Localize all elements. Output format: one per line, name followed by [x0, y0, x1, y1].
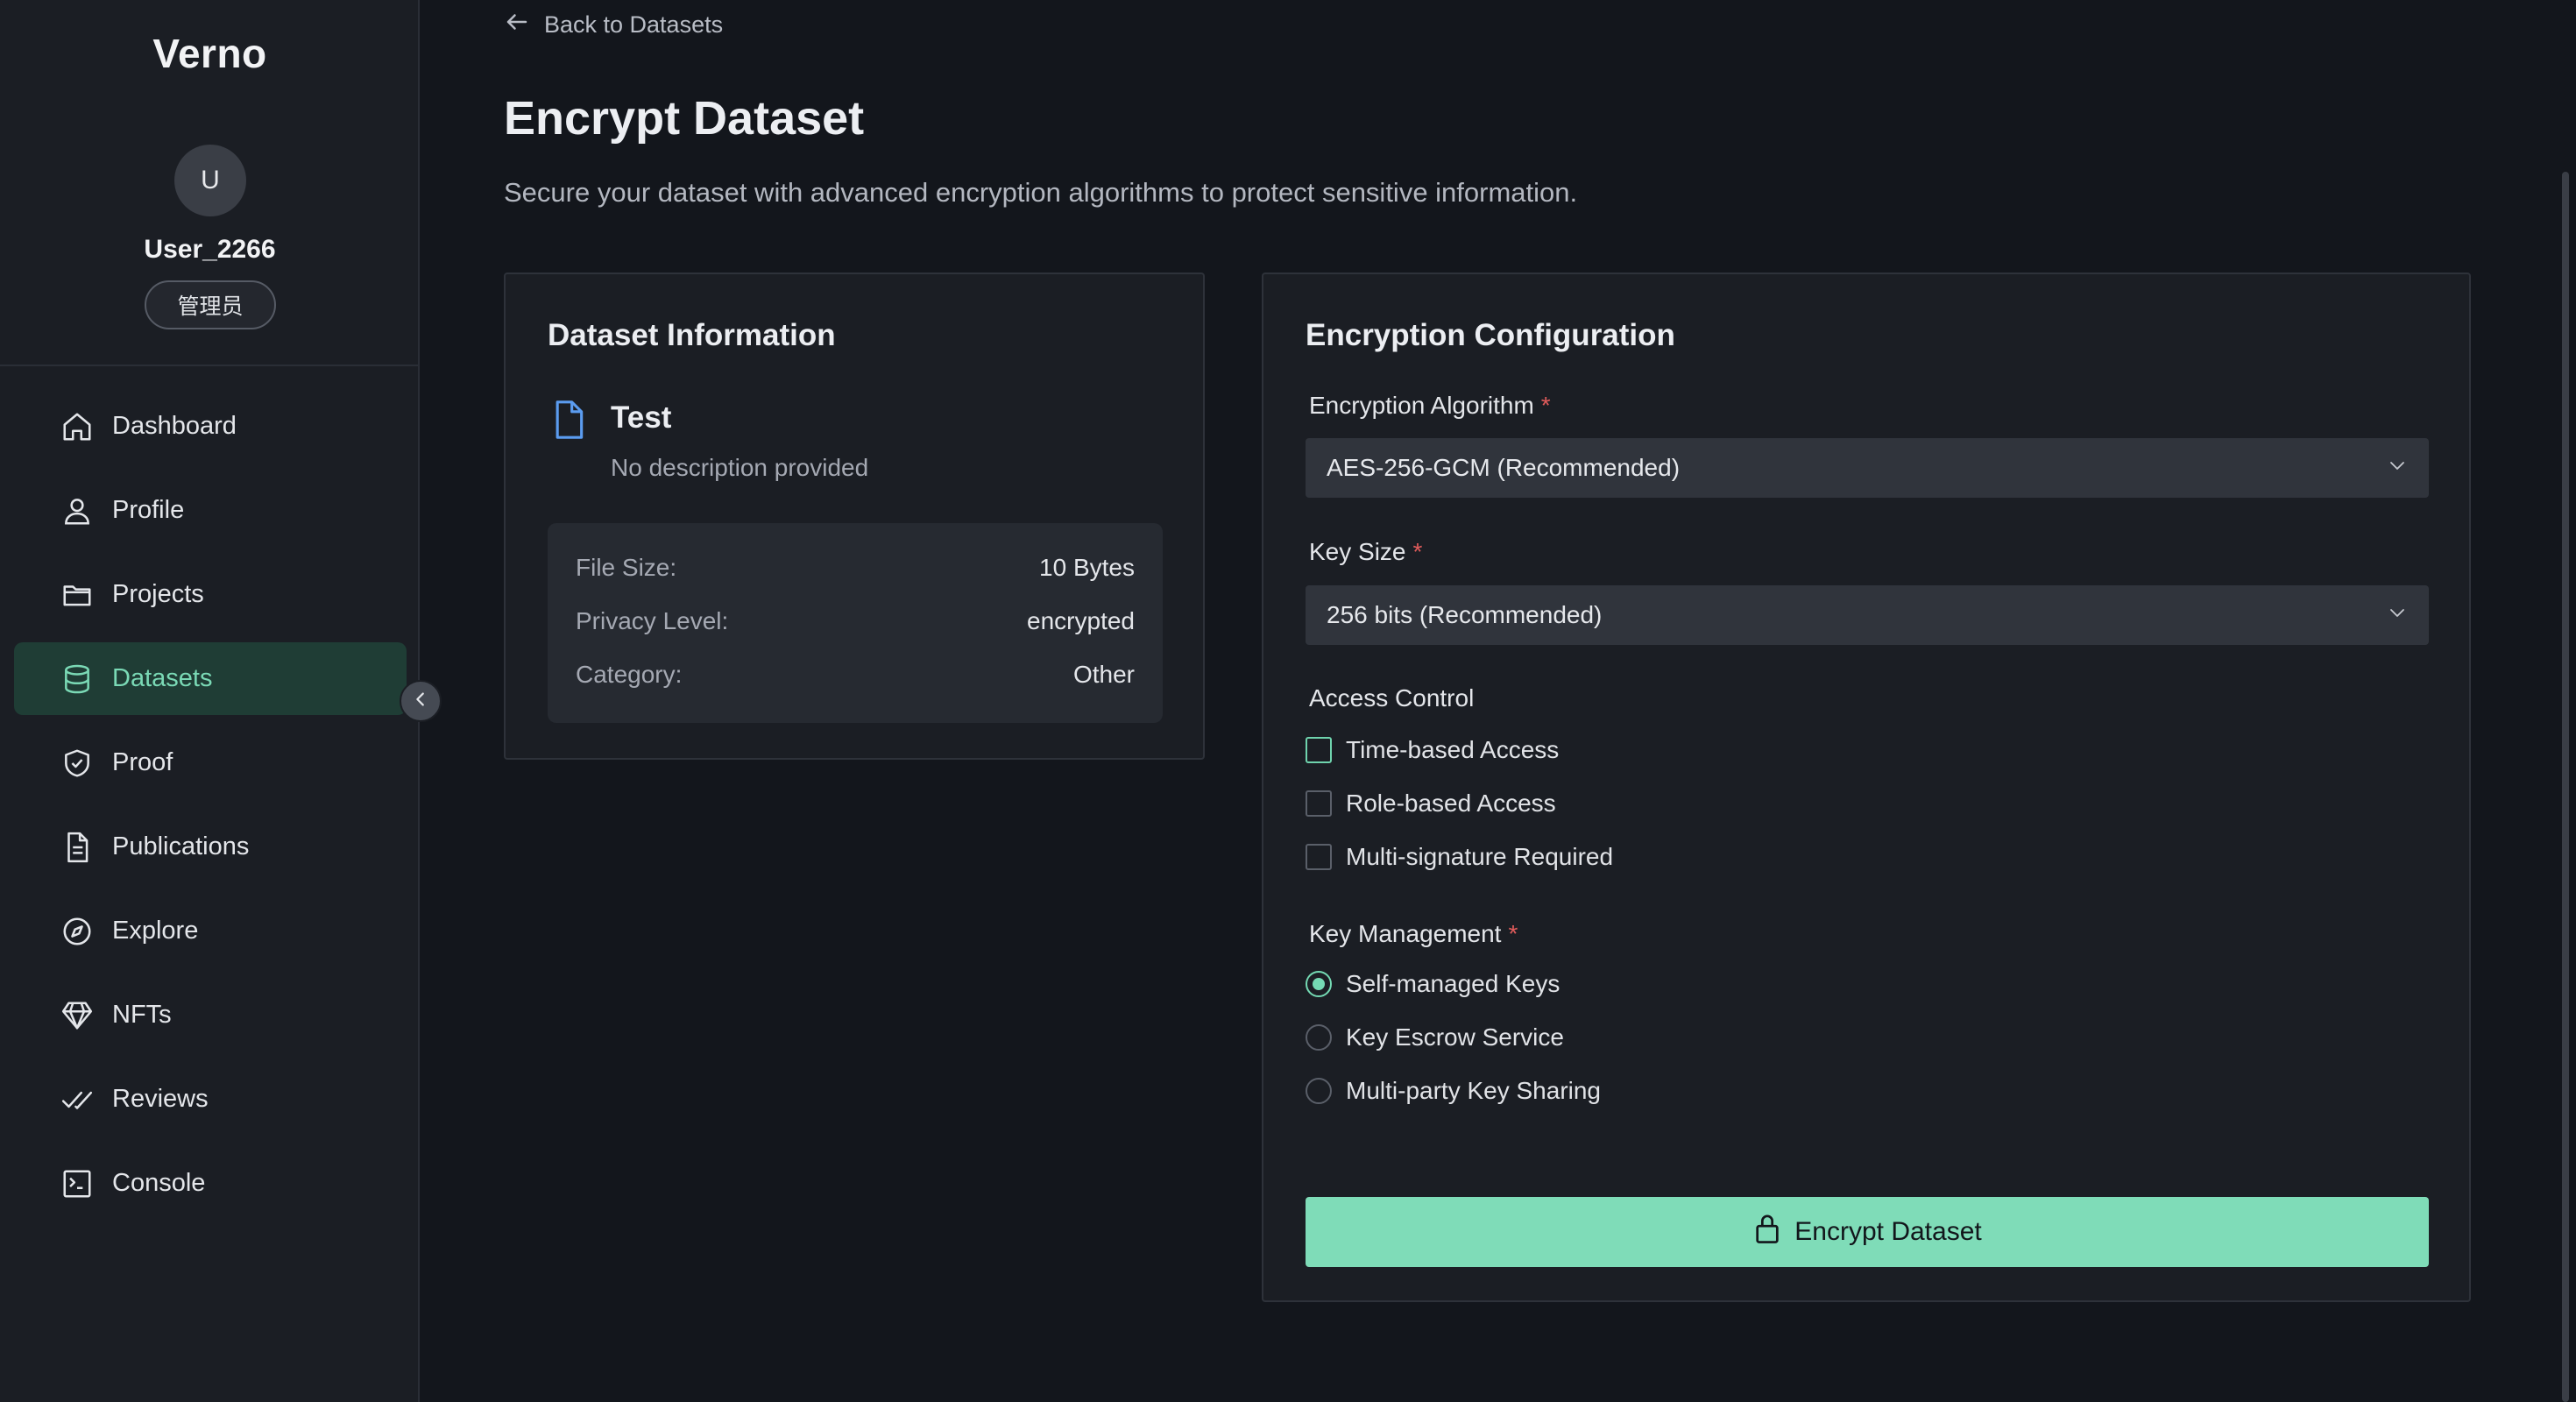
required-mark: *	[1540, 392, 1551, 419]
sidebar-item-proof[interactable]: Proof	[14, 726, 407, 799]
document-icon	[60, 830, 95, 865]
option-label: Role-based Access	[1346, 790, 1556, 817]
access-option-time-based[interactable]: Time-based Access	[1306, 736, 1559, 764]
main-scrollbar[interactable]	[2562, 172, 2569, 1402]
user-icon	[60, 493, 95, 528]
key-management-label-text: Key Management	[1309, 920, 1502, 947]
access-option-role-based[interactable]: Role-based Access	[1306, 790, 1556, 818]
chevron-down-icon	[2387, 601, 2408, 629]
checkbox[interactable]	[1306, 844, 1332, 870]
algorithm-value: AES-256-GCM (Recommended)	[1327, 454, 1681, 481]
sidebar-item-datasets[interactable]: Datasets	[14, 642, 407, 715]
main-content: Back to Datasets Encrypt Dataset Secure …	[420, 0, 2558, 1402]
detail-key: Privacy Level:	[576, 607, 729, 634]
detail-key: Category:	[576, 661, 683, 688]
terminal-icon	[60, 1166, 95, 1201]
card-title: Dataset Information	[548, 318, 836, 352]
detail-row-file-size: File Size: 10 Bytes	[576, 550, 1135, 585]
option-label: Self-managed Keys	[1346, 970, 1560, 997]
double-check-icon	[60, 1082, 95, 1117]
algorithm-select[interactable]: AES-256-GCM (Recommended)	[1306, 438, 2429, 498]
detail-key: File Size:	[576, 554, 677, 581]
sidebar-item-profile[interactable]: Profile	[14, 474, 407, 547]
sidebar-item-label: Proof	[112, 748, 173, 776]
dataset-details: File Size: 10 Bytes Privacy Level: encry…	[548, 523, 1163, 723]
sidebar-item-label: Dashboard	[112, 412, 237, 440]
page-title: Encrypt Dataset	[504, 92, 865, 145]
option-label: Time-based Access	[1346, 736, 1560, 763]
dataset-name: Test	[611, 400, 672, 435]
algorithm-label: Encryption Algorithm *	[1309, 392, 1551, 420]
sidebar-item-explore[interactable]: Explore	[14, 895, 407, 967]
sidebar-item-label: NFTs	[112, 1001, 172, 1029]
sidebar-item-label: Projects	[112, 580, 204, 608]
brand-logo[interactable]: Verno	[0, 30, 420, 77]
encrypt-button-label: Encrypt Dataset	[1794, 1217, 1982, 1246]
sidebar-item-label: Reviews	[112, 1085, 209, 1113]
required-mark: *	[1508, 920, 1518, 947]
page-subtitle: Secure your dataset with advanced encryp…	[504, 177, 1578, 208]
required-mark: *	[1412, 538, 1423, 565]
compass-icon	[60, 914, 95, 949]
sidebar-item-label: Profile	[112, 496, 185, 524]
username: User_2266	[144, 235, 276, 264]
lock-icon	[1752, 1212, 1794, 1252]
radio[interactable]	[1306, 971, 1332, 997]
key-size-value: 256 bits (Recommended)	[1327, 601, 1603, 628]
detail-value: Other	[1072, 661, 1135, 688]
sidebar-item-projects[interactable]: Projects	[14, 558, 407, 631]
key-option-escrow[interactable]: Key Escrow Service	[1306, 1023, 1564, 1052]
encryption-config-card: Encryption Configuration Encryption Algo…	[1262, 273, 2471, 1302]
chevron-down-icon	[2387, 454, 2408, 482]
avatar[interactable]: U	[174, 145, 246, 216]
sidebar-nav: Dashboard Profile Projects Datasets Proo…	[14, 390, 407, 1231]
encrypt-dataset-button[interactable]: Encrypt Dataset	[1306, 1197, 2429, 1267]
arrow-left-icon	[504, 9, 544, 41]
key-size-label-text: Key Size	[1309, 538, 1406, 565]
access-option-multi-signature[interactable]: Multi-signature Required	[1306, 843, 1613, 871]
checkbox[interactable]	[1306, 790, 1332, 817]
sidebar: Verno U User_2266 管理员 Dashboard Profile	[0, 0, 442, 1402]
sidebar-item-label: Datasets	[112, 664, 213, 692]
app-root: Verno U User_2266 管理员 Dashboard Profile	[0, 0, 2576, 1402]
key-size-select[interactable]: 256 bits (Recommended)	[1306, 585, 2429, 645]
sidebar-item-label: Console	[112, 1169, 206, 1197]
detail-row-category: Category: Other	[576, 657, 1135, 692]
sidebar-item-label: Explore	[112, 917, 199, 945]
sidebar-divider	[0, 365, 418, 366]
file-icon	[549, 399, 588, 445]
option-label: Key Escrow Service	[1346, 1023, 1564, 1051]
dataset-description: No description provided	[611, 454, 869, 481]
role-badge: 管理员	[145, 280, 276, 329]
shield-check-icon	[60, 746, 95, 781]
back-link-label: Back to Datasets	[544, 11, 724, 38]
key-size-label: Key Size *	[1309, 538, 1422, 566]
back-to-datasets-link[interactable]: Back to Datasets	[504, 9, 723, 41]
sidebar-item-dashboard[interactable]: Dashboard	[14, 390, 407, 463]
radio[interactable]	[1306, 1078, 1332, 1104]
key-option-self-managed[interactable]: Self-managed Keys	[1306, 970, 1560, 998]
access-control-label: Access Control	[1309, 684, 1475, 712]
option-label: Multi-party Key Sharing	[1346, 1077, 1602, 1104]
dataset-info-card: Dataset Information Test No description …	[504, 273, 1205, 760]
algorithm-label-text: Encryption Algorithm	[1309, 392, 1534, 419]
key-management-label: Key Management *	[1309, 920, 1518, 948]
option-label: Multi-signature Required	[1346, 843, 1614, 870]
sidebar-item-label: Publications	[112, 832, 250, 860]
detail-value: encrypted	[1027, 607, 1135, 634]
diamond-icon	[60, 998, 95, 1033]
sidebar-item-publications[interactable]: Publications	[14, 811, 407, 883]
key-option-multi-party[interactable]: Multi-party Key Sharing	[1306, 1077, 1601, 1105]
sidebar-item-reviews[interactable]: Reviews	[14, 1063, 407, 1136]
sidebar-item-nfts[interactable]: NFTs	[14, 979, 407, 1052]
detail-row-privacy-level: Privacy Level: encrypted	[576, 604, 1135, 639]
radio[interactable]	[1306, 1024, 1332, 1051]
folder-icon	[60, 577, 95, 612]
sidebar-item-console[interactable]: Console	[14, 1147, 407, 1220]
detail-value: 10 Bytes	[1039, 554, 1135, 581]
card-title: Encryption Configuration	[1306, 318, 1675, 352]
home-icon	[60, 409, 95, 444]
checkbox[interactable]	[1306, 737, 1332, 763]
database-icon	[60, 662, 95, 697]
